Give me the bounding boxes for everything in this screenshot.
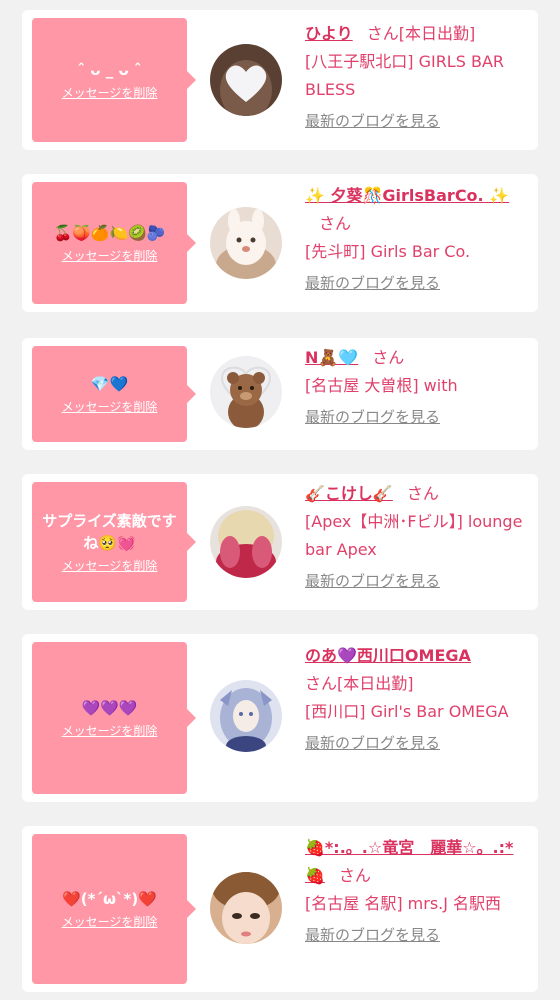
message-bubble: 🍒🍑🍊🍋🥝🫐 メッセージを削除 xyxy=(32,182,196,304)
delete-message-link[interactable]: メッセージを削除 xyxy=(62,558,158,574)
message-list: ˆ ᴗ _ ᴗ ˆ メッセージを削除 ひより さん[本日出勤] [八王子駅北口] … xyxy=(0,0,560,1000)
latest-blog-link[interactable]: 最新のブログを見る xyxy=(305,406,527,428)
message-card: サプライズ素敵ですね🥺💓 メッセージを削除 🎸こけし🎸 さん [Apex【中洲･F… xyxy=(22,474,538,610)
avatar[interactable] xyxy=(210,356,282,428)
shop-name: [先斗町] Girls Bar Co. xyxy=(305,242,471,261)
message-text: 💜💜💜 xyxy=(81,699,138,717)
honorific: さん xyxy=(319,214,352,233)
honorific: さん xyxy=(372,348,405,367)
avatar[interactable] xyxy=(210,44,282,116)
profile-name-link[interactable]: ✨ 夕葵🎊GirlsBarCo. ✨ xyxy=(305,186,509,205)
profile-name-link[interactable]: 🍓*:.。.☆竜宮 麗華☆。.:*🍓 xyxy=(305,838,513,885)
message-bubble: ˆ ᴗ _ ᴗ ˆ メッセージを削除 xyxy=(32,18,196,142)
delete-message-link[interactable]: メッセージを削除 xyxy=(62,248,158,264)
avatar[interactable] xyxy=(210,506,282,578)
message-text: サプライズ素敵ですね🥺💓 xyxy=(42,512,177,552)
profile-info: 🎸こけし🎸 さん [Apex【中洲･Fビル】] lounge bar Apex 最… xyxy=(305,480,527,592)
shop-name: [Apex【中洲･Fビル】] lounge bar Apex xyxy=(305,512,523,559)
latest-blog-link[interactable]: 最新のブログを見る xyxy=(305,732,527,754)
latest-blog-link[interactable]: 最新のブログを見る xyxy=(305,570,527,592)
message-card: 💜💜💜 メッセージを削除 のあ💜西川口OMEGA さん[本日出勤] [西川口] … xyxy=(22,634,538,802)
honorific: さん xyxy=(406,484,439,503)
shop-name: [西川口] Girl's Bar OMEGA xyxy=(305,702,509,721)
profile-name-link[interactable]: ひより xyxy=(305,24,353,43)
message-text: 🍒🍑🍊🍋🥝🫐 xyxy=(53,224,166,242)
message-card: ❤️(*´ω`*)❤️ メッセージを削除 🍓*:.。.☆竜宮 麗華☆。.:*🍓 さ… xyxy=(22,826,538,992)
message-bubble: 💎💙 メッセージを削除 xyxy=(32,346,196,442)
delete-message-link[interactable]: メッセージを削除 xyxy=(62,399,158,415)
message-card: ˆ ᴗ _ ᴗ ˆ メッセージを削除 ひより さん[本日出勤] [八王子駅北口] … xyxy=(22,10,538,150)
avatar[interactable] xyxy=(210,872,282,944)
shop-name: [八王子駅北口] GIRLS BAR BLESS xyxy=(305,52,505,99)
avatar[interactable] xyxy=(210,680,282,752)
latest-blog-link[interactable]: 最新のブログを見る xyxy=(305,272,527,294)
shop-name: [名古屋 大曽根] with xyxy=(305,376,458,395)
status-tag: [本日出勤] xyxy=(398,24,476,43)
status-tag: [本日出勤] xyxy=(337,674,414,693)
avatar[interactable] xyxy=(210,207,282,279)
pink-hair-avatar-icon xyxy=(210,506,282,578)
face-avatar-icon xyxy=(210,872,282,944)
message-card: 🍒🍑🍊🍋🥝🫐 メッセージを削除 ✨ 夕葵🎊GirlsBarCo. ✨ さん [先斗… xyxy=(22,174,538,312)
latest-blog-link[interactable]: 最新のブログを見る xyxy=(305,924,527,946)
message-bubble: ❤️(*´ω`*)❤️ メッセージを削除 xyxy=(32,834,196,984)
delete-message-link[interactable]: メッセージを削除 xyxy=(62,85,158,101)
profile-info: ✨ 夕葵🎊GirlsBarCo. ✨ さん [先斗町] Girls Bar Co.… xyxy=(305,182,527,294)
bunny-avatar-icon xyxy=(210,207,282,279)
profile-name-link[interactable]: N🧸🩵 xyxy=(305,348,358,367)
honorific: さん xyxy=(366,24,399,43)
anime-avatar-icon xyxy=(210,680,282,752)
honorific: さん xyxy=(305,674,338,693)
message-card: 💎💙 メッセージを削除 N🧸🩵 さん [名古屋 大曽根] with 最新のブログを… xyxy=(22,338,538,450)
message-text: 💎💙 xyxy=(90,375,129,393)
message-bubble: サプライズ素敵ですね🥺💓 メッセージを削除 xyxy=(32,482,196,602)
profile-name-link[interactable]: のあ💜西川口OMEGA xyxy=(305,646,471,665)
profile-name-link[interactable]: 🎸こけし🎸 xyxy=(305,484,393,503)
honorific: さん xyxy=(338,866,371,885)
profile-info: 🍓*:.。.☆竜宮 麗華☆。.:*🍓 さん [名古屋 名駅] mrs.J 名駅西 … xyxy=(305,834,527,946)
latest-blog-link[interactable]: 最新のブログを見る xyxy=(305,110,527,132)
message-bubble: 💜💜💜 メッセージを削除 xyxy=(32,642,196,794)
message-text: ❤️(*´ω`*)❤️ xyxy=(62,890,157,908)
profile-info: のあ💜西川口OMEGA さん[本日出勤] [西川口] Girl's Bar OM… xyxy=(305,642,527,754)
delete-message-link[interactable]: メッセージを削除 xyxy=(62,723,158,739)
profile-info: N🧸🩵 さん [名古屋 大曽根] with 最新のブログを見る xyxy=(305,344,527,428)
delete-message-link[interactable]: メッセージを削除 xyxy=(62,914,158,930)
profile-info: ひより さん[本日出勤] [八王子駅北口] GIRLS BAR BLESS 最新の… xyxy=(305,20,527,132)
shop-name: [名古屋 名駅] mrs.J 名駅西 xyxy=(305,894,502,913)
teddy-bear-avatar-icon xyxy=(210,356,282,428)
heart-mask-avatar-icon xyxy=(210,44,282,116)
message-text: ˆ ᴗ _ ᴗ ˆ xyxy=(77,61,142,79)
